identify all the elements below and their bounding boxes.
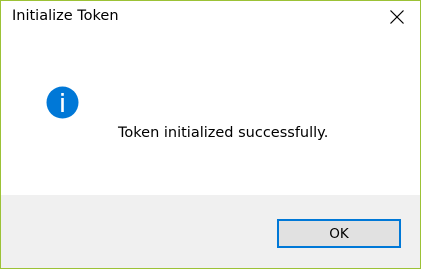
- message-text: Token initialized successfully.: [118, 125, 329, 141]
- dialog-footer: OK: [1, 195, 420, 268]
- ok-button[interactable]: OK: [277, 219, 401, 248]
- dialog-title: Initialize Token: [12, 8, 119, 24]
- close-button[interactable]: [374, 1, 420, 33]
- close-icon: [390, 10, 404, 24]
- title-bar: Initialize Token: [1, 1, 420, 33]
- message-dialog: Initialize Token Token initialized succe…: [0, 0, 421, 269]
- info-icon: [46, 86, 79, 119]
